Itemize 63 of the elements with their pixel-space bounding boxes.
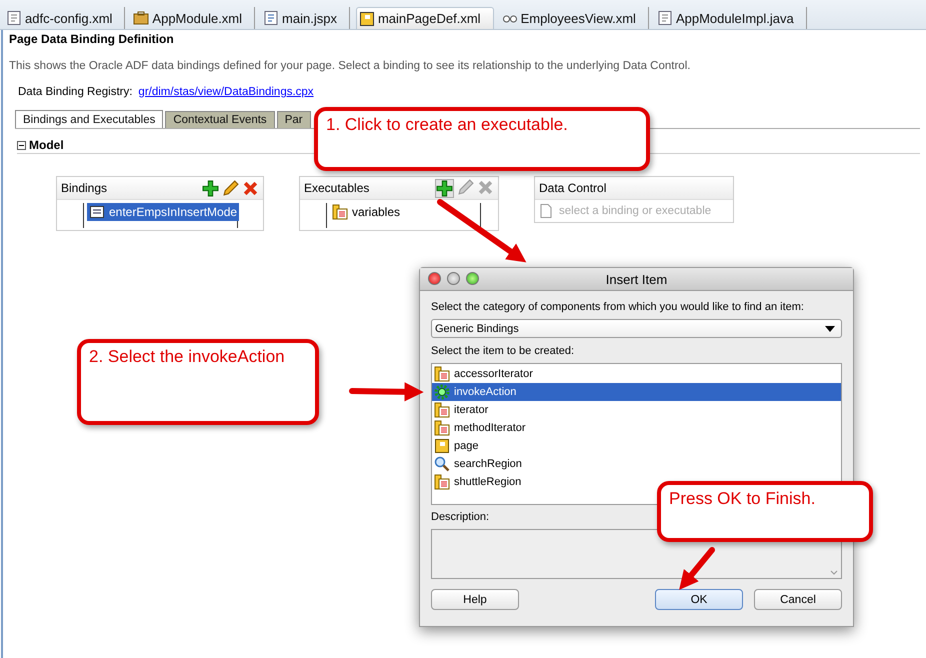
callout-tooltip: 1. Click to create an executable. <box>314 107 650 171</box>
list-icon <box>89 204 105 220</box>
page-icon <box>434 438 450 454</box>
editor-tab[interactable]: AppModule.xml <box>131 7 256 29</box>
panel-title: Data Control <box>539 181 606 195</box>
registry-label: Data Binding Registry: <box>18 86 132 100</box>
list-item[interactable]: invokeAction <box>432 383 841 401</box>
document-icon <box>263 10 280 26</box>
add-icon[interactable] <box>202 180 219 196</box>
tab[interactable]: Contextual Events <box>165 111 275 128</box>
iterator-icon <box>332 204 348 220</box>
pencil-icon[interactable] <box>457 178 474 196</box>
search-icon <box>434 456 450 472</box>
document-icon <box>538 203 554 219</box>
editor-tab[interactable]: adfc-config.xml <box>4 7 126 29</box>
pencil-icon[interactable] <box>222 180 239 196</box>
page-title: Page Data Binding Definition <box>9 31 175 48</box>
help-button[interactable]: Help <box>431 589 519 610</box>
panel-title: Bindings <box>61 181 108 195</box>
ok-button[interactable]: OK <box>655 589 743 610</box>
panel-title: Executables <box>304 181 370 195</box>
list-item[interactable]: iterator <box>432 401 841 419</box>
iterator-icon <box>434 366 450 382</box>
callout-tooltip: Press OK to Finish. <box>657 481 873 542</box>
section-title: Model <box>29 138 64 152</box>
registry-link[interactable]: gr/dim/stas/view/DataBindings.cpx <box>138 86 314 110</box>
editor-tab[interactable]: mainPageDef.xml <box>356 7 494 29</box>
zoom-button[interactable] <box>466 272 479 285</box>
page-description: This shows the Oracle ADF data bindings defined for your page. Select a binding to see its relationship to the underlying Data Control. <box>9 60 692 74</box>
iterator-icon <box>434 474 450 490</box>
dialog-title: Insert Item <box>606 272 668 286</box>
category-label: Select the category of components from which you would like to find an item: <box>431 301 805 315</box>
executable-item[interactable]: variables <box>330 203 402 221</box>
arrow <box>679 547 715 590</box>
list-item[interactable]: accessorIterator <box>432 365 841 383</box>
tab[interactable]: Bindings and Executables <box>15 110 164 128</box>
binding-item[interactable]: enterEmpsInInsertMode <box>87 203 240 221</box>
caret-icon <box>825 326 835 332</box>
placeholder-text: select a binding or executable <box>559 205 712 217</box>
delete-icon[interactable] <box>242 180 259 196</box>
item-label: Select the item to be created: <box>431 345 576 359</box>
callout-tooltip: 2. Select the invokeAction <box>77 339 319 425</box>
editor-tab[interactable]: main.jspx <box>261 7 350 29</box>
tab[interactable]: Par <box>276 111 311 128</box>
briefcase-icon <box>133 10 150 26</box>
close-button[interactable] <box>428 272 441 285</box>
editor-tab[interactable]: EmployeesView.xml <box>500 7 649 29</box>
iterator-icon <box>434 420 450 436</box>
page-icon <box>358 10 375 26</box>
add-icon[interactable] <box>435 178 454 198</box>
minimize-button[interactable] <box>447 272 460 285</box>
document-icon <box>656 10 673 26</box>
iterator-icon <box>434 402 450 418</box>
gear-icon <box>434 384 450 400</box>
description-label: Description: <box>431 511 490 525</box>
collapse-icon[interactable] <box>17 140 26 150</box>
list-item[interactable]: searchRegion <box>432 455 841 473</box>
editor-tab[interactable]: AppModuleImpl.java <box>654 7 807 29</box>
cancel-button[interactable]: Cancel <box>754 589 842 610</box>
list-item[interactable]: page <box>432 437 841 455</box>
document-icon <box>6 10 22 26</box>
category-dropdown[interactable]: Generic Bindings <box>431 319 842 338</box>
list-item[interactable]: methodIterator <box>432 419 841 437</box>
